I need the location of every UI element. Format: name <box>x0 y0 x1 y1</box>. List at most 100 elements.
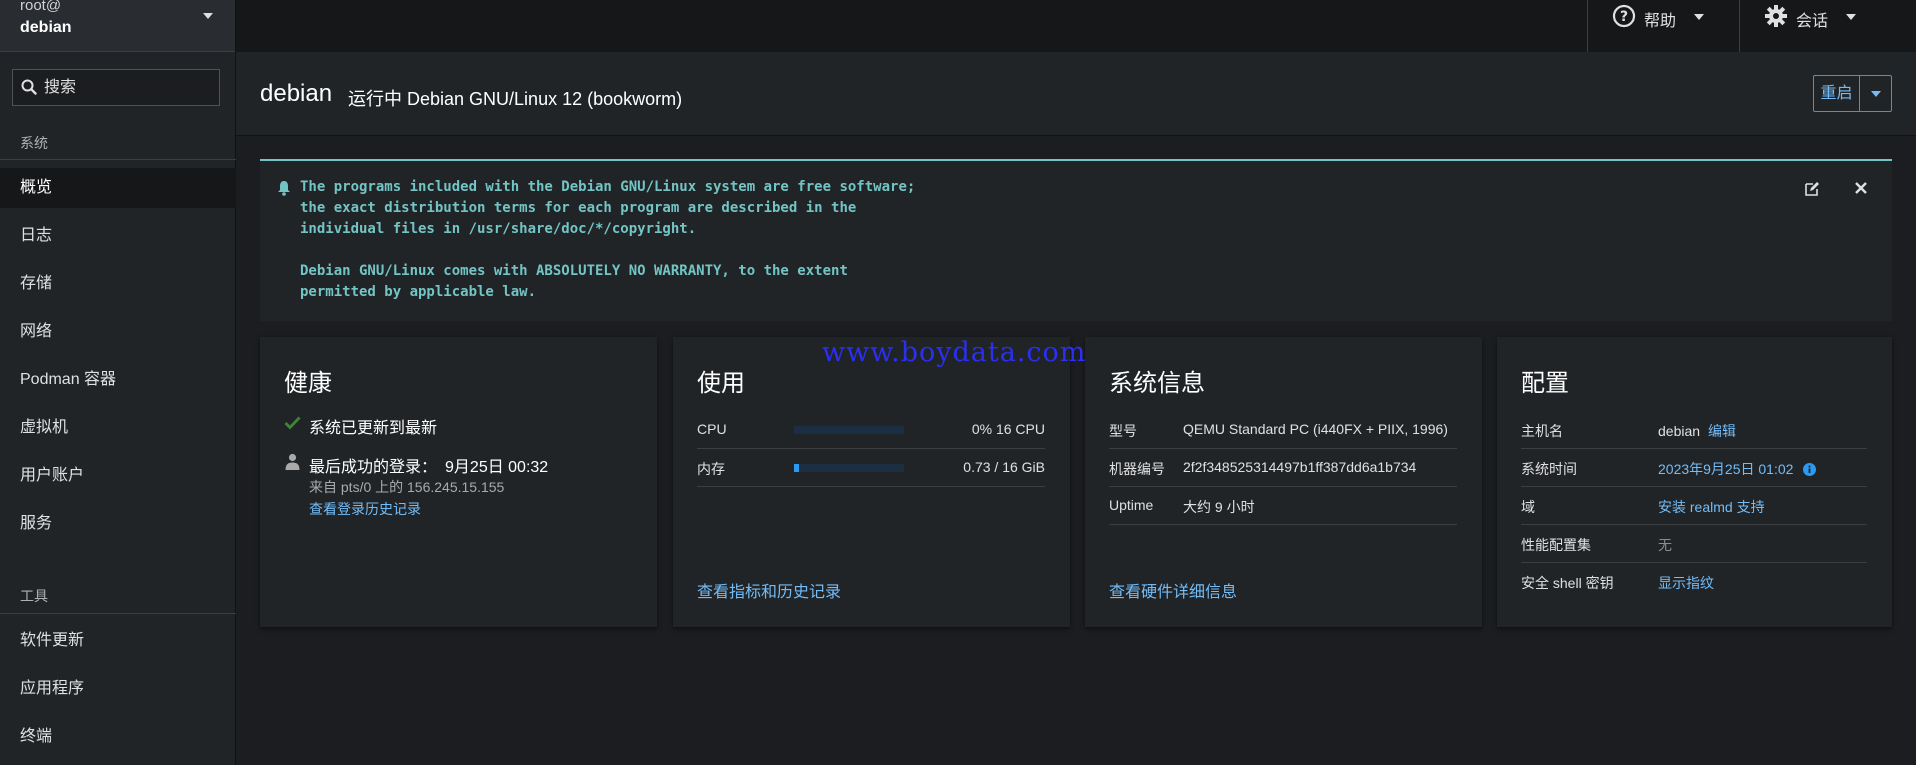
host-name: debian <box>20 19 72 36</box>
motd-line: the exact distribution terms for each pr… <box>300 200 857 216</box>
memory-progress-bar <box>794 464 904 472</box>
memory-usage-row: 内存 0.73 / 16 GiB <box>697 449 1045 487</box>
system-time-label: 系统时间 <box>1521 461 1577 477</box>
model-label: 型号 <box>1109 423 1137 439</box>
performance-profile-label: 性能配置集 <box>1521 537 1591 553</box>
nav-item-terminal[interactable]: 终端 <box>0 717 236 757</box>
system-time-link[interactable]: 2023年9月25日 01:02 <box>1658 461 1793 477</box>
uptime-label: Uptime <box>1109 497 1154 513</box>
page-title: debian <box>260 80 333 107</box>
login-history-link[interactable]: 查看登录历史记录 <box>309 499 421 519</box>
hostname-value: debian <box>1658 423 1701 439</box>
nav-divider <box>0 613 236 614</box>
close-icon[interactable] <box>1854 181 1868 195</box>
caret-down-icon <box>1846 14 1857 20</box>
last-login-time: 9月25日 00:32 <box>445 459 549 476</box>
performance-profile-row: 性能配置集 无 <box>1521 525 1867 563</box>
nav-item-overview[interactable]: 概览 <box>0 168 236 208</box>
cpu-label: CPU <box>697 421 727 437</box>
last-login-source: 来自 pts/0 上的 156.245.15.155 <box>309 479 505 495</box>
restart-split-button: 重启 <box>1813 75 1892 112</box>
health-card: 健康 系统已更新到最新 最后成功的登录： 9月25日 00:32 来自 pts/… <box>260 337 657 627</box>
nav-section-system: 系统 <box>20 135 48 151</box>
svg-text:?: ? <box>1620 9 1628 25</box>
nav-item-services[interactable]: 服务 <box>0 504 236 544</box>
search-icon <box>21 79 37 95</box>
hardware-details-link[interactable]: 查看硬件详细信息 <box>1109 578 1237 602</box>
ssh-keys-row: 安全 shell 密钥 显示指纹 <box>1521 563 1867 601</box>
host-user: root@ <box>20 0 62 14</box>
hostname-edit-link[interactable]: 编辑 <box>1708 423 1736 439</box>
session-label: 会话 <box>1796 13 1829 30</box>
hostname-label: 主机名 <box>1521 423 1563 439</box>
performance-profile-value: 无 <box>1658 537 1672 553</box>
hostname-value-group: debian 编辑 <box>1658 421 1736 441</box>
help-icon: ? <box>1612 4 1636 28</box>
domain-row: 域 安装 realmd 支持 <box>1521 487 1867 525</box>
hostname-row: 主机名 debian 编辑 <box>1521 411 1867 449</box>
domain-value-group: 安装 realmd 支持 <box>1658 497 1765 517</box>
nav-item-virtual-machines[interactable]: 虚拟机 <box>0 408 236 448</box>
show-fingerprints-link[interactable]: 显示指纹 <box>1658 575 1714 591</box>
nav-item-networking[interactable]: 网络 <box>0 312 236 352</box>
last-login-label: 最后成功的登录： <box>309 459 438 476</box>
restart-options-toggle[interactable] <box>1860 76 1891 111</box>
cpu-usage-row: CPU 0% 16 CPU <box>697 411 1045 449</box>
domain-label: 域 <box>1521 499 1535 515</box>
uptime-row: Uptime 大约 9 小时 <box>1109 487 1457 525</box>
cpu-value: 0% 16 CPU <box>971 421 1045 437</box>
ssh-keys-label: 安全 shell 密钥 <box>1521 575 1614 591</box>
motd-line: permitted by applicable law. <box>300 284 537 300</box>
memory-progress-fill <box>794 464 799 472</box>
nav-item-accounts[interactable]: 用户账户 <box>0 456 236 496</box>
ssh-keys-value-group: 显示指纹 <box>1658 573 1714 593</box>
search-input[interactable] <box>44 70 214 105</box>
machine-id-label: 机器编号 <box>1109 461 1165 477</box>
nav-item-podman[interactable]: Podman 容器 <box>0 360 236 400</box>
motd-line: The programs included with the Debian GN… <box>300 179 916 195</box>
card-title: 配置 <box>1521 370 1569 397</box>
motd-alert: The programs included with the Debian GN… <box>260 159 1892 321</box>
nav-section-tools: 工具 <box>20 588 48 604</box>
caret-down-icon <box>1694 14 1705 20</box>
help-label: 帮助 <box>1644 13 1677 30</box>
gear-icon <box>1765 5 1787 27</box>
usage-card: 使用 CPU 0% 16 CPU 内存 0.73 / 16 GiB 查看指标和历… <box>673 337 1070 627</box>
sidebar: root@ debian 系统 概览 日志 存储 网络 Podman 容器 虚拟… <box>0 0 236 765</box>
motd-line: individual files in /usr/share/doc/*/cop… <box>300 221 697 237</box>
install-realmd-link[interactable]: 安装 realmd 支持 <box>1658 499 1765 515</box>
user-icon <box>285 453 300 470</box>
card-title: 系统信息 <box>1109 370 1205 397</box>
session-menu-button[interactable]: 会话 <box>1739 0 1916 52</box>
update-status-text: 系统已更新到最新 <box>309 420 438 437</box>
bell-icon <box>278 181 290 196</box>
nav-item-software-updates[interactable]: 软件更新 <box>0 621 236 661</box>
edit-icon[interactable] <box>1804 181 1820 197</box>
nav-item-applications[interactable]: 应用程序 <box>0 669 236 709</box>
update-status: 系统已更新到最新 <box>284 414 437 438</box>
last-login: 最后成功的登录： 9月25日 00:32 <box>284 453 548 477</box>
machine-id-row: 机器编号 2f2f348525314497b1ff387dd6a1b734 <box>1109 449 1457 487</box>
info-icon[interactable] <box>1803 463 1817 476</box>
memory-label: 内存 <box>697 461 725 477</box>
restart-button[interactable]: 重启 <box>1814 76 1860 111</box>
search-box <box>12 69 220 106</box>
model-value: QEMU Standard PC (i440FX + PIIX, 1996) <box>1183 421 1448 437</box>
nav-item-storage[interactable]: 存储 <box>0 264 236 304</box>
host-switcher[interactable]: root@ debian <box>0 0 235 52</box>
uptime-value: 大约 9 小时 <box>1183 499 1255 515</box>
memory-value: 0.73 / 16 GiB <box>963 459 1045 475</box>
top-bar: ? 帮助 会话 <box>236 0 1916 52</box>
help-menu-button[interactable]: ? 帮助 <box>1587 0 1739 52</box>
nav-item-logs[interactable]: 日志 <box>0 216 236 256</box>
watermark-text: www.boydata.com <box>822 337 1087 368</box>
model-row: 型号 QEMU Standard PC (i440FX + PIIX, 1996… <box>1109 411 1457 449</box>
metrics-history-link[interactable]: 查看指标和历史记录 <box>697 578 841 602</box>
system-info-card: 系统信息 型号 QEMU Standard PC (i440FX + PIIX,… <box>1085 337 1482 627</box>
motd-line: Debian GNU/Linux comes with ABSOLUTELY N… <box>300 263 848 279</box>
page-header: debian 运行中 Debian GNU/Linux 12 (bookworm… <box>236 52 1916 136</box>
configuration-card: 配置 主机名 debian 编辑 系统时间 2023年9月25日 01:02 域… <box>1497 337 1892 627</box>
motd-line <box>300 240 915 261</box>
page-subtitle: 运行中 Debian GNU/Linux 12 (bookworm) <box>348 89 683 109</box>
check-icon <box>284 416 301 430</box>
